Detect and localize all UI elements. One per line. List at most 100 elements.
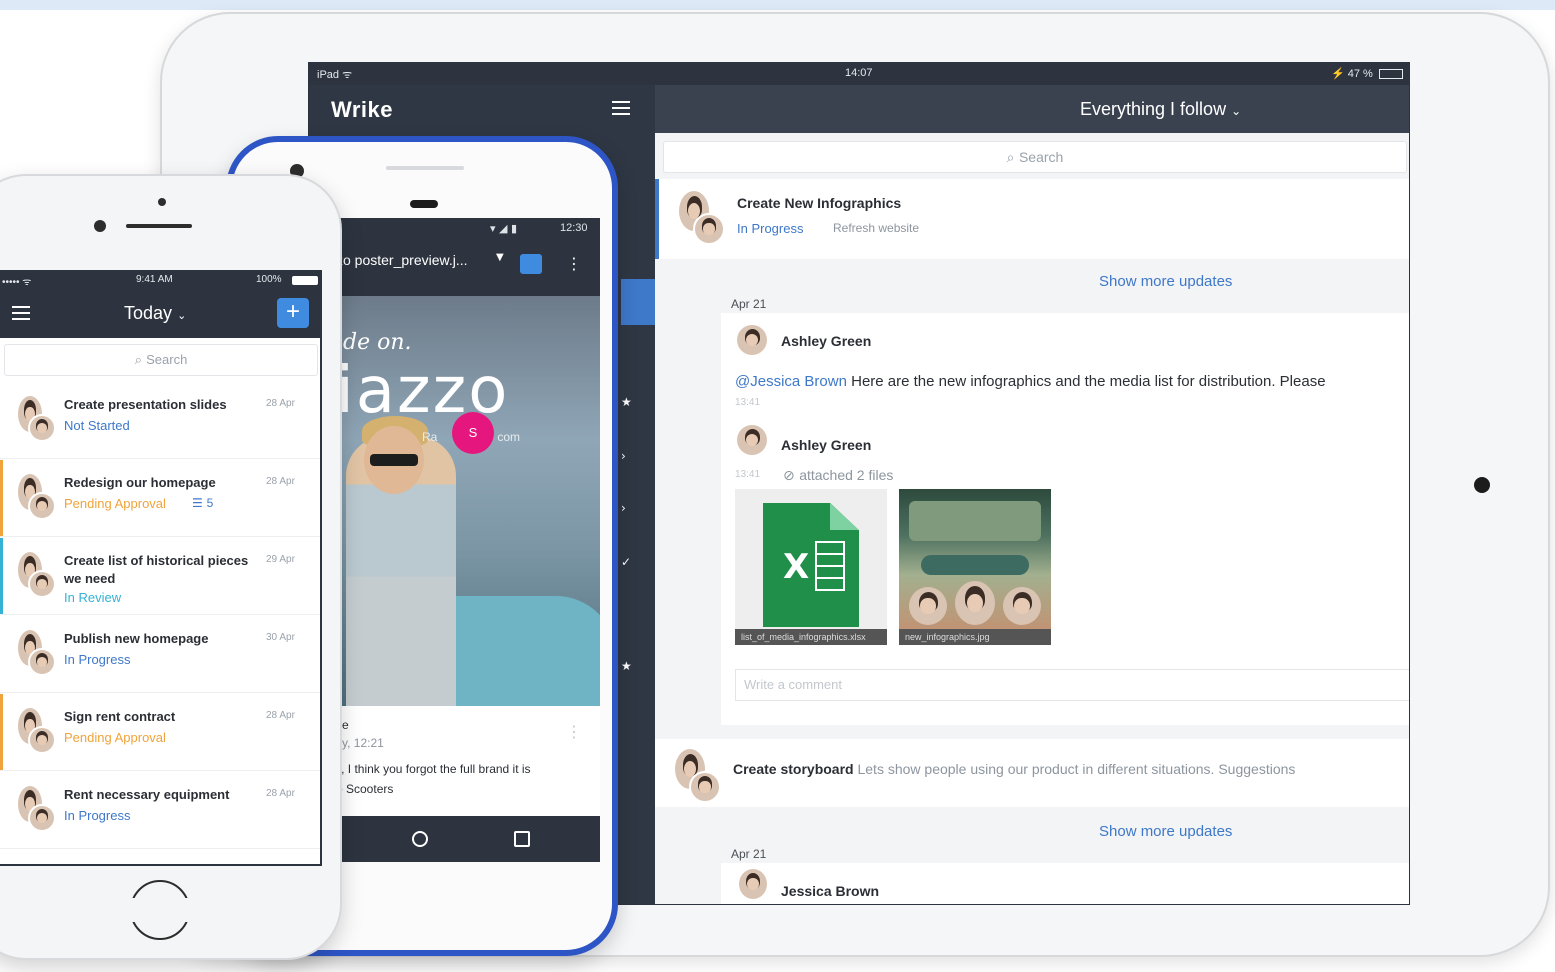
- task-card[interactable]: Create storyboard Lets show people using…: [655, 739, 1409, 807]
- date-label: Apr 21: [731, 847, 767, 861]
- iphone-status-battery: 100%: [256, 274, 282, 285]
- iphone-status-bar: ••••• ᯤ 9:41 AM 100%: [0, 270, 320, 290]
- signal-icon: ▾ ◢ ▮: [490, 222, 518, 235]
- comment-icon: ☰: [192, 496, 207, 510]
- home-nav-icon[interactable]: [412, 831, 428, 847]
- activity-feed: ⌕ Search Create New Infographics In Prog…: [655, 133, 1409, 904]
- comment-placeholder: Write a comment: [744, 677, 843, 692]
- task-date: 28 Apr: [266, 710, 295, 721]
- paperclip-icon: ⊘: [783, 468, 800, 484]
- ipad-status-time: 14:07: [845, 67, 873, 79]
- comments-icon[interactable]: [520, 254, 542, 274]
- battery-icon: [1379, 69, 1403, 79]
- status-badge: In Review: [64, 590, 122, 605]
- ipad-feed-header: Everything I follow ⌄: [655, 85, 1409, 133]
- avatar: [28, 648, 56, 676]
- task-title[interactable]: Create storyboard: [733, 761, 854, 777]
- task-title: Create presentation slides: [64, 397, 227, 412]
- android-nav-bar: [336, 816, 600, 862]
- status-badge: Not Started: [64, 418, 130, 433]
- attachment-thumbnail[interactable]: X list_of_media_infographics.xlsx: [735, 489, 887, 645]
- task-summary: Create storyboard Lets show people using…: [733, 761, 1295, 777]
- excel-icon-fold: [830, 503, 859, 530]
- task-row[interactable]: Rent necessary equipment 28 Apr In Progres…: [0, 772, 320, 849]
- more-options-icon[interactable]: ⋮: [566, 722, 582, 741]
- task-row[interactable]: Create presentation slides 28 Apr Not Star…: [0, 382, 320, 459]
- search-icon: ⌕: [1006, 150, 1019, 166]
- poster-preview: ide on. iazzo Ra com S: [336, 296, 600, 706]
- chevron-icon[interactable]: ›: [621, 501, 626, 515]
- chevron-down-icon[interactable]: ▼: [496, 252, 504, 263]
- task-title: Create list of historical pieces we need: [64, 553, 249, 586]
- mention-link[interactable]: @Jessica Brown: [735, 373, 847, 390]
- task-row[interactable]: Sign rent contract 28 Apr Pending Approval: [0, 694, 320, 771]
- iphone-app-bar: Today ⌄ +: [0, 290, 320, 338]
- comment-author: Jessica Brown: [781, 883, 880, 899]
- iphone-camera-dot: [158, 198, 166, 206]
- ipad-camera: [1474, 477, 1490, 493]
- check-icon[interactable]: ✓: [621, 555, 631, 569]
- hamburger-menu-icon[interactable]: [12, 306, 30, 320]
- android-comment: e y, 12:21 ⋮ y, I think you forgot the f…: [336, 706, 600, 816]
- comment-text: @Jessica Brown Here are the new infograp…: [735, 373, 1326, 390]
- annotation-pin[interactable]: S: [452, 412, 494, 454]
- task-title[interactable]: Create New Infographics: [737, 195, 901, 211]
- comment-count: ☰ 5: [192, 496, 213, 510]
- hamburger-menu-icon[interactable]: [612, 101, 630, 115]
- show-more-updates-link[interactable]: Show more updates: [1099, 273, 1232, 290]
- task-date: 29 Apr: [266, 554, 295, 565]
- chevron-down-icon: ⌄: [1231, 104, 1242, 118]
- image-ribbon: [921, 555, 1029, 575]
- iphone-status-signal: ••••• ᯤ: [2, 277, 32, 288]
- android-status-time: 12:30: [560, 222, 588, 234]
- android-status-bar: ▾ ◢ ▮ 12:30: [336, 218, 600, 240]
- excel-grid-glyph: [815, 541, 845, 591]
- ipad-status-left: iPad ᯤ: [317, 69, 353, 81]
- task-card[interactable]: Create New Infographics In Progress Refr…: [655, 179, 1409, 259]
- chevron-down-icon: ⌄: [177, 309, 187, 322]
- add-task-button[interactable]: +: [277, 298, 309, 328]
- ipad-status-bar: iPad ᯤ 14:07 ⚡ 47 %: [309, 63, 1409, 85]
- comment-text: y, I think you forgot the full brand it …: [336, 762, 531, 776]
- search-input[interactable]: ⌕ Search: [4, 344, 318, 376]
- status-badge: Pending Approval: [64, 730, 166, 745]
- more-options-icon[interactable]: ⋮: [566, 254, 582, 273]
- avatar: [737, 325, 767, 355]
- sidebar-active-indicator: [621, 279, 655, 325]
- comment-body: Here are the new infographics and the me…: [846, 373, 1326, 390]
- chevron-icon[interactable]: ›: [621, 449, 626, 463]
- task-subtitle: Refresh website: [833, 221, 920, 235]
- avatar: [28, 492, 56, 520]
- task-row[interactable]: Redesign our homepage 28 Apr Pending Appro…: [0, 460, 320, 537]
- android-app-bar: zo poster_preview.j... ▼ ⋮: [336, 240, 600, 296]
- comment-input[interactable]: Write a comment: [735, 669, 1409, 701]
- search-input[interactable]: ⌕ Search: [663, 141, 1407, 173]
- task-row[interactable]: Publish new homepage 30 Apr In Progress: [0, 616, 320, 693]
- star-icon[interactable]: ★: [621, 395, 632, 409]
- show-more-updates-link[interactable]: Show more updates: [1099, 823, 1232, 840]
- iphone-speaker: [126, 224, 192, 228]
- attachment-caption: new_infographics.jpg: [899, 629, 1051, 645]
- task-row[interactable]: Create list of historical pieces we need…: [0, 538, 320, 615]
- home-button[interactable]: [130, 880, 190, 940]
- status-marker: [0, 694, 3, 770]
- search-placeholder: Search: [1018, 149, 1064, 165]
- feed-filter-label: Everything I follow: [1080, 99, 1227, 119]
- recents-nav-icon[interactable]: [514, 831, 530, 847]
- date-filter-dropdown[interactable]: Today ⌄: [124, 303, 186, 324]
- avatar: [739, 869, 767, 899]
- android-sensor: [410, 200, 438, 208]
- star-icon[interactable]: ★: [621, 659, 632, 673]
- attachment-thumbnail[interactable]: new_infographics.jpg: [899, 489, 1051, 645]
- poster-script-text: ide on.: [336, 330, 412, 355]
- status-marker: [0, 460, 3, 536]
- comment-time: y, 12:21: [342, 736, 384, 750]
- avatar: [28, 414, 56, 442]
- task-title: Rent necessary equipment: [64, 787, 230, 802]
- feed-filter-dropdown[interactable]: Everything I follow ⌄: [1080, 99, 1241, 120]
- attachment-text: attached 2 files: [799, 467, 894, 483]
- comment-author: e: [342, 718, 349, 732]
- image-face: [955, 581, 995, 625]
- avatar: [28, 804, 56, 832]
- avatar: [28, 570, 56, 598]
